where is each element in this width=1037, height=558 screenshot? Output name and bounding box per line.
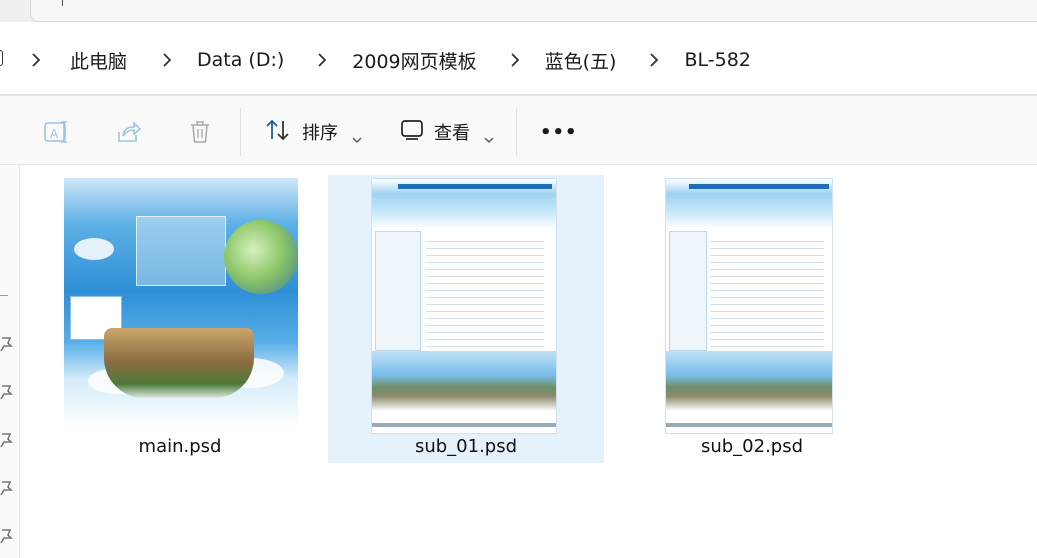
chevron-right-icon[interactable] bbox=[304, 53, 340, 67]
chevron-right-icon[interactable] bbox=[18, 53, 54, 67]
tab-divider bbox=[62, 0, 63, 6]
more-options-label: ••• bbox=[540, 121, 578, 143]
more-options-button[interactable]: ••• bbox=[540, 116, 578, 148]
chevron-down-icon bbox=[352, 128, 362, 143]
breadcrumb-item-blue-five[interactable]: 蓝色(五) bbox=[533, 47, 637, 74]
chevron-right-icon[interactable] bbox=[149, 53, 185, 67]
breadcrumb-item-bl-582[interactable]: BL-582 bbox=[672, 49, 766, 71]
file-thumbnail-sub-02 bbox=[665, 178, 833, 434]
pin-icon[interactable] bbox=[0, 528, 14, 544]
file-thumbnail-main bbox=[64, 178, 298, 430]
breadcrumb-item-data-drive[interactable]: Data (D:) bbox=[185, 49, 304, 71]
navigation-pane[interactable] bbox=[0, 165, 20, 558]
file-thumbnail-sub-01 bbox=[371, 178, 557, 434]
sort-button[interactable]: 排序 bbox=[264, 116, 362, 148]
toolbar-bottom-divider bbox=[0, 164, 1037, 165]
chevron-right-icon[interactable] bbox=[636, 53, 672, 67]
delete-icon[interactable] bbox=[186, 118, 214, 146]
pin-icon[interactable] bbox=[0, 432, 14, 448]
view-label: 查看 bbox=[434, 123, 470, 144]
file-name-main[interactable]: main.psd bbox=[42, 436, 318, 457]
share-icon[interactable] bbox=[114, 118, 142, 146]
file-name-sub-01[interactable]: sub_01.psd bbox=[328, 436, 604, 457]
view-button[interactable]: 查看 bbox=[400, 116, 494, 148]
nav-separator bbox=[0, 295, 8, 296]
chevron-down-icon bbox=[484, 128, 494, 143]
breadcrumb-item-2009-templates[interactable]: 2009网页模板 bbox=[340, 47, 496, 74]
breadcrumb-item-this-pc[interactable]: 此电脑 bbox=[54, 47, 149, 74]
view-icon bbox=[400, 118, 424, 147]
pin-icon[interactable] bbox=[0, 336, 14, 352]
toolbar-divider bbox=[516, 108, 517, 156]
pin-icon[interactable] bbox=[0, 384, 14, 400]
pin-icon[interactable] bbox=[0, 480, 14, 496]
sort-label: 排序 bbox=[302, 123, 338, 144]
sort-icon bbox=[264, 117, 292, 148]
command-bar bbox=[0, 96, 1037, 166]
rename-icon[interactable]: A bbox=[42, 118, 70, 146]
breadcrumb: 此电脑 Data (D:) 2009网页模板 蓝色(五) BL-582 bbox=[0, 46, 767, 74]
chevron-right-icon[interactable] bbox=[497, 53, 533, 67]
svg-text:A: A bbox=[50, 127, 59, 141]
toolbar-divider bbox=[240, 108, 241, 156]
file-name-sub-02[interactable]: sub_02.psd bbox=[614, 436, 890, 457]
active-tab[interactable] bbox=[30, 0, 1037, 22]
